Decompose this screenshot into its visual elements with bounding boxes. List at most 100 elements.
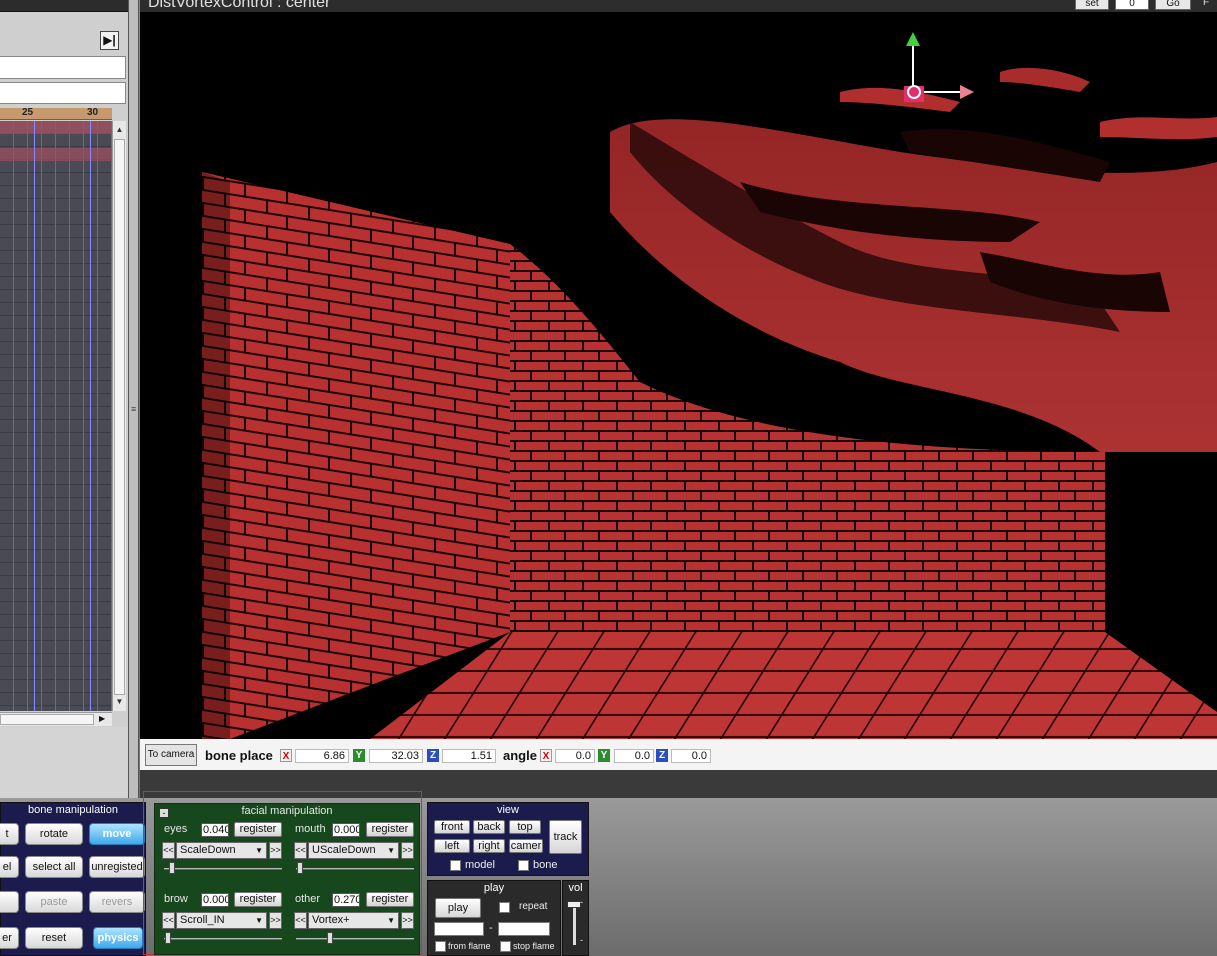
other-register-button[interactable]: register [366,892,414,907]
chevron-down-icon: ▼ [387,846,395,855]
mouth-slider-knob[interactable] [297,862,303,874]
go-button[interactable]: Go [1155,0,1191,10]
from-frame-input[interactable] [434,922,484,936]
paste-button[interactable]: paste [25,891,83,913]
angle-x-field[interactable]: 0.0 [555,749,595,763]
bone-button-r3[interactable] [0,891,19,913]
ruler-tick-label: 25 [22,107,34,118]
chevron-down-icon: ▼ [255,916,263,925]
eyes-prev-button[interactable]: << [162,842,175,859]
repeat-checkbox[interactable] [499,902,510,913]
move-button[interactable]: move [89,823,145,845]
scroll-down-icon[interactable]: ▼ [113,695,126,709]
control-area: bone manipulation t rotate move el selec… [0,791,1217,956]
view-back-button[interactable]: back [473,820,505,834]
brow-prev-button[interactable]: << [162,912,175,929]
eyes-morph-select[interactable]: ScaleDown ▼ [176,842,267,859]
select-all-button[interactable]: select all [25,856,83,878]
view-camera-button[interactable]: camer [509,839,543,853]
frame-ruler[interactable]: 25 30 [0,107,112,120]
place-y-field[interactable]: 32.03 [369,749,423,763]
brow-next-button[interactable]: >> [269,912,282,929]
eyes-slider-track[interactable] [164,868,282,870]
brow-slider-track[interactable] [164,938,282,940]
from-flame-checkbox[interactable] [435,941,446,952]
from-flame-label: from flame [448,941,491,951]
other-morph-select[interactable]: Vortex+ ▼ [308,912,399,929]
selected-track-row[interactable] [0,121,112,134]
place-x-field[interactable]: 6.86 [295,749,349,763]
mouth-prev-button[interactable]: << [294,842,307,859]
reverse-button[interactable]: revers [89,891,145,913]
mouth-register-button[interactable]: register [366,822,414,837]
place-y-axis-label: Y [353,749,365,762]
eyes-slider-knob[interactable] [169,862,175,874]
other-slider-track[interactable] [296,938,414,940]
view-left-button[interactable]: left [434,839,470,853]
physics-button[interactable]: physics [93,927,143,949]
brow-label: brow [164,893,188,905]
bone-button-r1[interactable]: t [0,823,19,845]
view-top-button[interactable]: top [509,820,541,834]
brow-value-input[interactable]: 0.000 [201,893,229,907]
mouth-value-input[interactable]: 0.000 [332,823,360,837]
eyes-next-button[interactable]: >> [269,842,282,859]
collapse-minus-icon[interactable]: - [159,808,169,818]
to-camera-button[interactable]: To camera [145,744,197,766]
scrollbar-thumb[interactable] [114,139,125,695]
3d-viewport[interactable] [140,12,1217,739]
eyes-value-input[interactable]: 0.040 [201,823,229,837]
mouth-slider-track[interactable] [296,868,414,870]
volume-slider-track[interactable] [573,903,576,945]
range-dash: - [489,922,493,934]
scroll-up-icon[interactable]: ▲ [113,123,126,137]
frame-number-input[interactable]: 0 [1115,0,1149,10]
eyes-label: eyes [164,823,188,835]
scroll-right-icon[interactable]: ▶ [99,713,105,725]
other-slider-knob[interactable] [327,932,333,944]
set-frame-button[interactable]: set [1075,0,1109,10]
angle-z-field[interactable]: 0.0 [671,749,711,763]
model-checkbox-label: model [465,859,495,871]
repeat-label: repeat [519,901,548,912]
stop-flame-label: stop flame [513,941,555,951]
track-button[interactable]: track [549,820,582,854]
rotate-button[interactable]: rotate [25,823,83,845]
other-prev-button[interactable]: << [294,912,307,929]
timeline-vertical-scrollbar[interactable]: ▲ ▼ [112,121,126,711]
reset-button[interactable]: reset [25,927,83,949]
stop-frame-input[interactable] [498,922,550,936]
brow-slider-knob[interactable] [165,932,171,944]
place-z-field[interactable]: 1.51 [442,749,496,763]
angle-y-field[interactable]: 0.0 [614,749,654,763]
brow-morph-select[interactable]: Scroll_IN ▼ [176,912,267,929]
bone-button-r2[interactable]: el [0,856,19,878]
other-next-button[interactable]: >> [401,912,414,929]
view-right-button[interactable]: right [473,839,505,853]
model-checkbox[interactable] [450,860,461,871]
play-button[interactable]: play [435,898,481,918]
keyframe-grid[interactable] [0,121,112,711]
brow-morph-value: Scroll_IN [180,914,225,926]
timeline-horizontal-scrollbar[interactable]: ▶ [0,712,112,726]
facial-panel-title: facial manipulation [241,805,333,817]
splitter-grip-icon[interactable]: ≡ [131,404,136,414]
selected-track-row[interactable] [0,148,112,161]
brow-register-button[interactable]: register [234,892,282,907]
bone-button-r4[interactable]: er [0,927,19,949]
view-front-button[interactable]: front [434,820,470,834]
bone-checkbox[interactable] [518,860,529,871]
volume-slider-knob[interactable] [567,901,581,908]
scrollbar-thumb[interactable] [0,714,94,725]
mouth-morph-select[interactable]: UScaleDown ▼ [308,842,399,859]
other-value-input[interactable]: 0.270 [332,893,360,907]
mouth-next-button[interactable]: >> [401,842,414,859]
timeline-field-1[interactable] [0,56,126,79]
eyes-register-button[interactable]: register [234,822,282,837]
collapse-right-icon[interactable]: ▶| [100,31,119,50]
timeline-field-2[interactable] [0,82,126,104]
stop-flame-checkbox[interactable] [500,941,511,952]
bone-panel-title: bone manipulation [28,804,118,816]
panel-splitter[interactable]: ≡ [128,0,139,798]
unregistered-button[interactable]: unregisted [89,856,145,878]
